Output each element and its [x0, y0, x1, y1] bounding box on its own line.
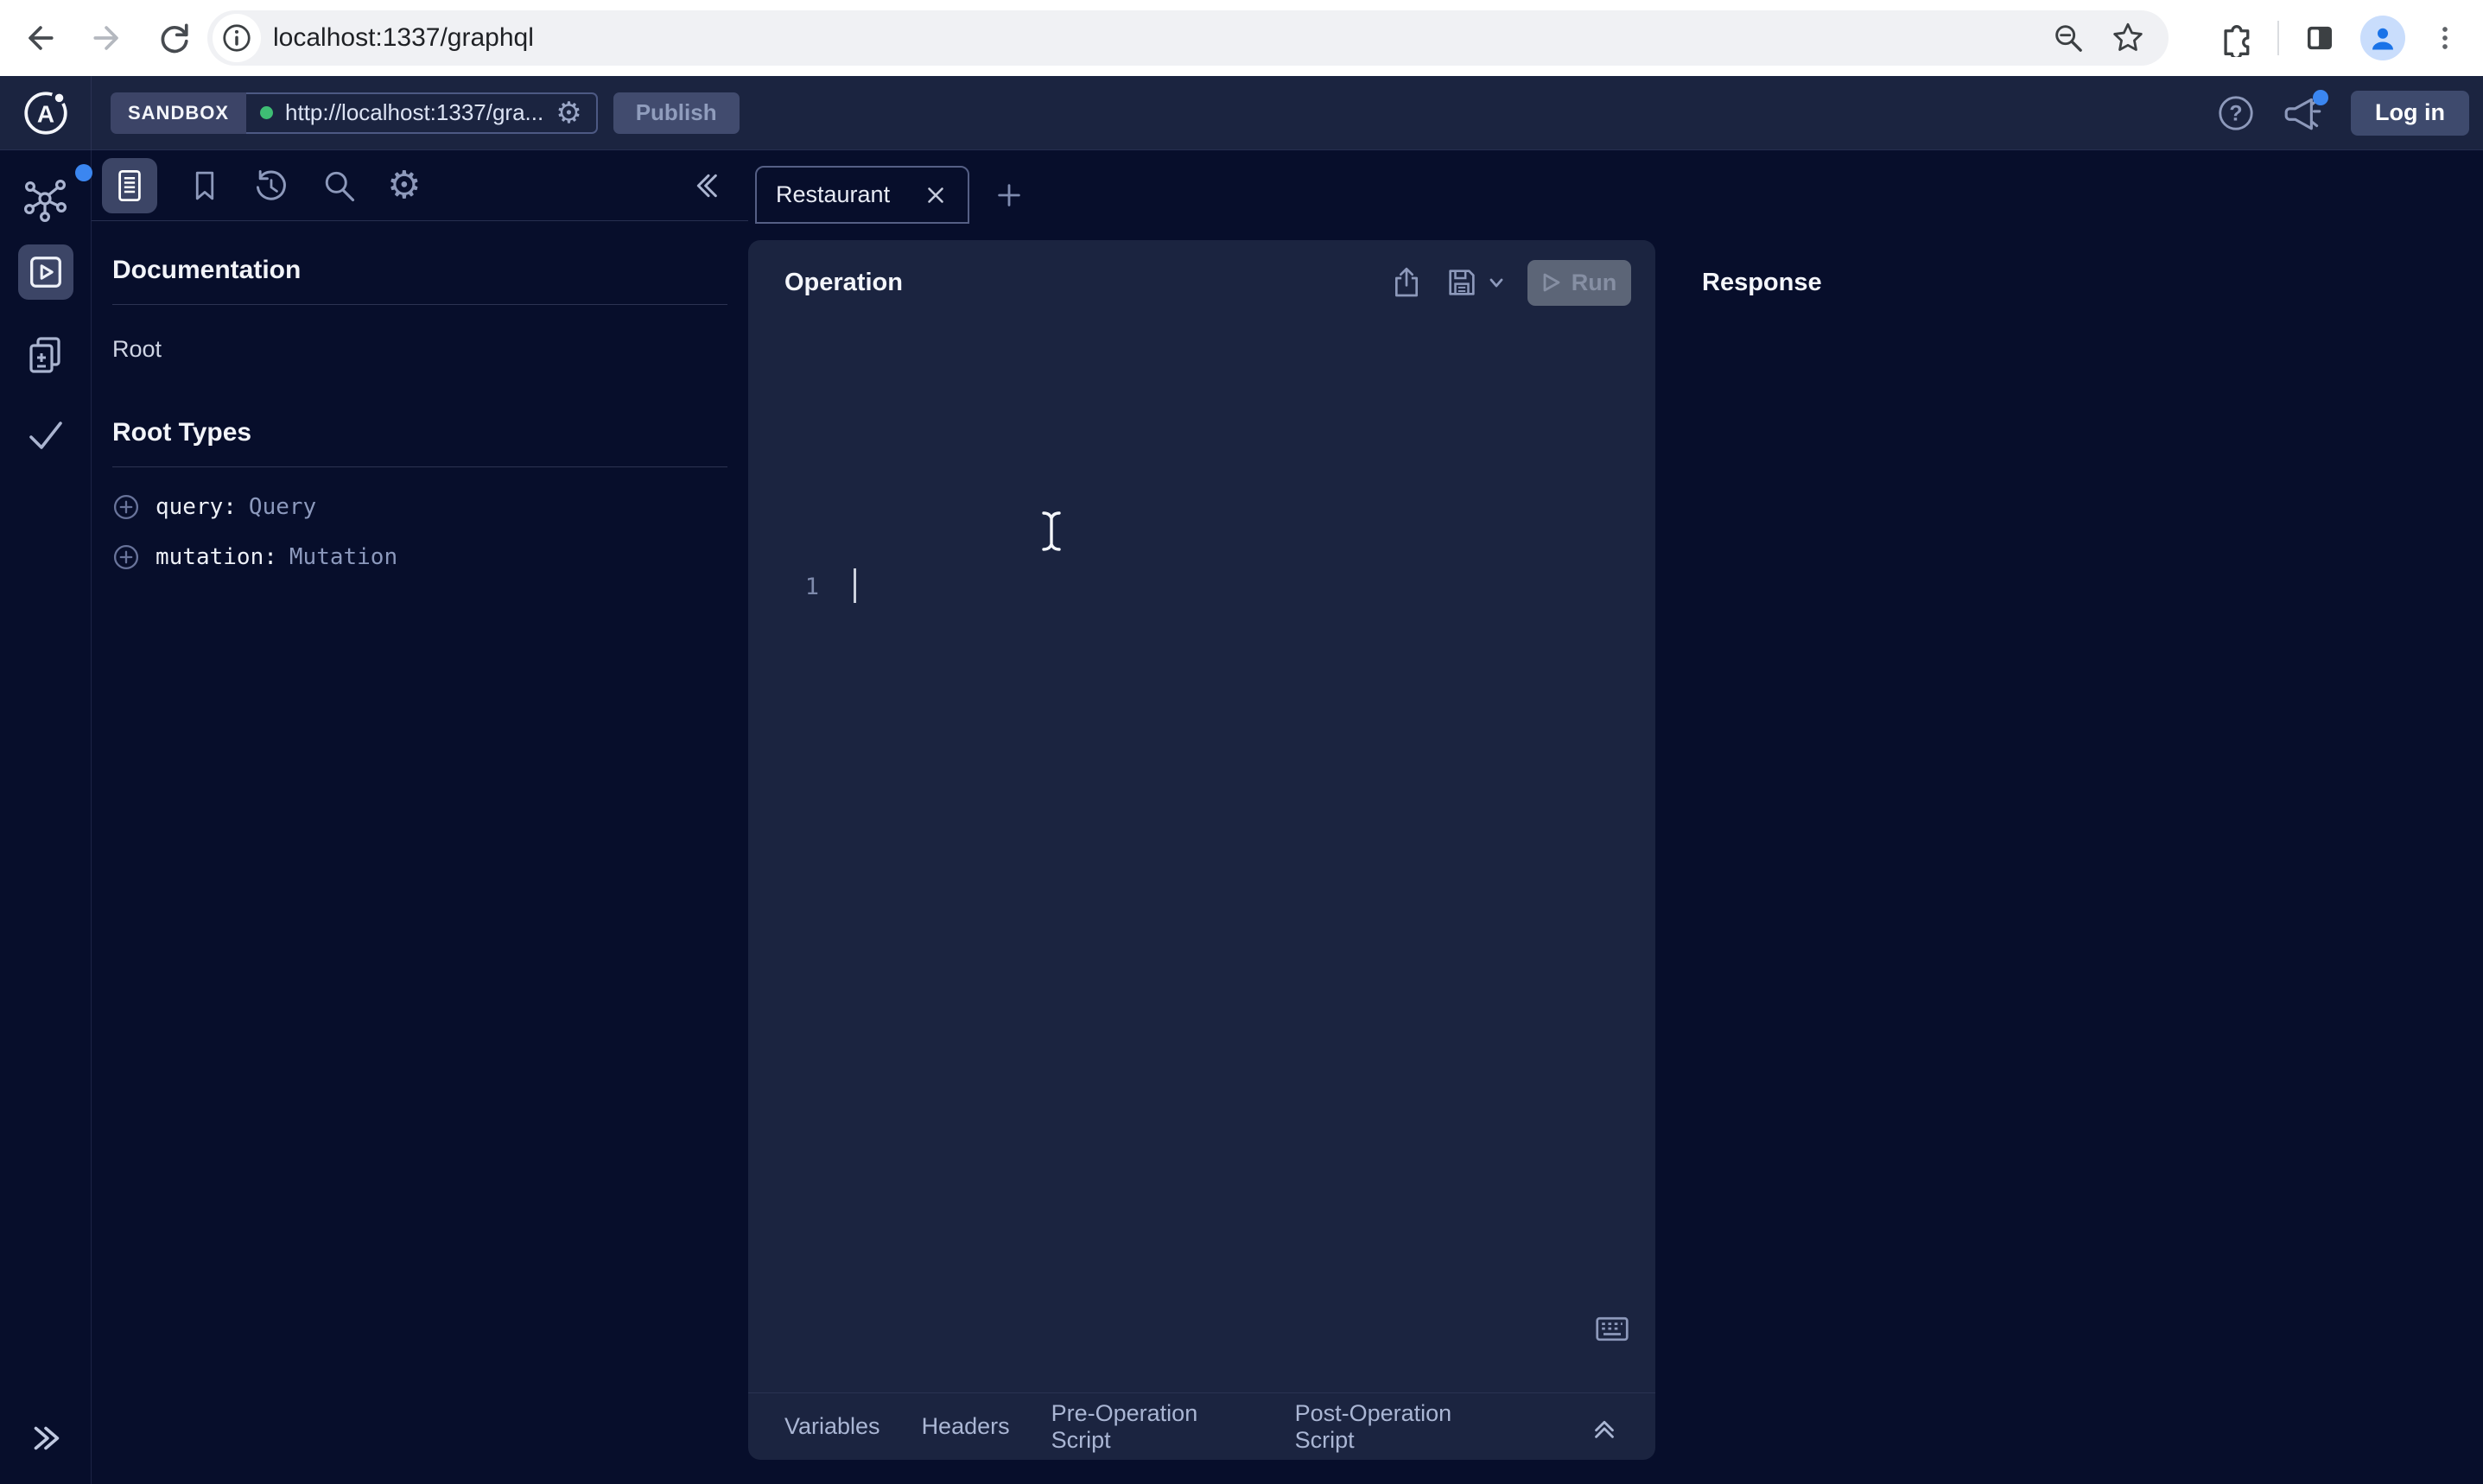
response-title: Response [1702, 269, 1822, 297]
new-tab-icon[interactable] [990, 176, 1028, 214]
add-query-icon[interactable] [112, 493, 140, 521]
operation-editor[interactable] [835, 560, 1629, 1287]
query-field-row: query: Query [112, 493, 727, 521]
connection-status-dot [260, 106, 273, 119]
explorer-nav-icon[interactable] [18, 244, 73, 300]
endpoint-input[interactable]: http://localhost:1337/gra... ⚙ [246, 92, 598, 134]
zoom-icon[interactable] [2051, 21, 2086, 55]
publish-button[interactable]: Publish [613, 92, 740, 134]
divider [112, 466, 727, 467]
divider [112, 304, 727, 305]
close-tab-icon[interactable] [923, 182, 949, 208]
endpoint-settings-icon[interactable]: ⚙ [556, 98, 581, 128]
docs-root-link[interactable]: Root [112, 336, 727, 363]
save-options-chevron-icon[interactable] [1486, 272, 1507, 293]
run-button[interactable]: Run [1527, 260, 1631, 306]
help-glyph: ? [2229, 101, 2242, 125]
tab-variables[interactable]: Variables [784, 1413, 880, 1440]
field-name[interactable]: query: [156, 494, 237, 520]
field-name[interactable]: mutation: [156, 544, 277, 570]
side-panel-icon[interactable] [2302, 20, 2338, 56]
share-icon[interactable] [1389, 265, 1424, 300]
run-play-icon [1542, 272, 1561, 293]
bookmarks-tab-icon[interactable] [187, 168, 223, 204]
operation-header: Operation [748, 240, 1655, 325]
expand-bottom-panel-icon[interactable] [1590, 1412, 1619, 1442]
announcements-notification-dot [2313, 90, 2328, 105]
collapse-panel-icon[interactable] [691, 168, 726, 203]
tab-pre-operation-script[interactable]: Pre-Operation Script [1051, 1400, 1254, 1454]
operation-panel: Operation [748, 240, 1655, 1460]
address-bar[interactable]: localhost:1337/graphql [207, 10, 2169, 66]
save-icon[interactable] [1445, 265, 1479, 300]
docs-toolbar: ⚙ [92, 150, 748, 221]
url-text[interactable]: localhost:1337/graphql [273, 23, 2051, 53]
settings-tab-icon[interactable]: ⚙ [387, 167, 421, 205]
documentation-panel: ⚙ Documentation Root Root Types query: Q… [92, 150, 748, 1484]
back-icon[interactable] [19, 17, 60, 59]
left-nav-rail [0, 150, 92, 1484]
text-cursor-pointer [1040, 510, 1063, 553]
reload-icon[interactable] [154, 17, 195, 59]
checks-nav-icon[interactable] [22, 412, 69, 459]
expand-rail-icon[interactable] [26, 1418, 66, 1458]
site-info-icon[interactable] [213, 14, 261, 62]
apollo-logo[interactable]: A [0, 76, 92, 150]
toolbar-divider [2277, 21, 2279, 55]
help-icon[interactable]: ? [2216, 93, 2256, 133]
tab-label: Restaurant [776, 181, 923, 208]
mutation-field-row: mutation: Mutation [112, 543, 727, 571]
logo-letter: A [36, 100, 54, 127]
browser-menu-icon[interactable] [2428, 21, 2462, 55]
sandbox-badge: SANDBOX [111, 92, 246, 134]
graph-nav-icon[interactable] [22, 176, 70, 225]
add-mutation-icon[interactable] [112, 543, 140, 571]
run-label: Run [1572, 270, 1616, 296]
docs-root-types-title: Root Types [112, 418, 727, 447]
login-button[interactable]: Log in [2351, 91, 2469, 136]
sandbox-endpoint-group: SANDBOX http://localhost:1337/gra... ⚙ [111, 92, 598, 134]
changelog-nav-icon[interactable] [23, 333, 68, 378]
field-type-link[interactable]: Query [249, 494, 316, 520]
tab-post-operation-script[interactable]: Post-Operation Script [1295, 1400, 1507, 1454]
apollo-header: A SANDBOX http://localhost:1337/gra... ⚙… [0, 76, 2483, 150]
extensions-icon[interactable] [2217, 19, 2255, 57]
search-tab-icon[interactable] [320, 167, 358, 205]
keyboard-shortcuts-icon[interactable] [1593, 1312, 1631, 1347]
tab-headers[interactable]: Headers [922, 1413, 1010, 1440]
operation-title: Operation [784, 269, 1389, 297]
history-tab-icon[interactable] [252, 167, 290, 205]
announcements-icon[interactable] [2282, 92, 2325, 135]
field-type-link[interactable]: Mutation [289, 544, 397, 570]
forward-icon[interactable] [86, 17, 128, 59]
operation-bottom-bar: Variables Headers Pre-Operation Script P… [748, 1392, 1655, 1460]
bookmark-star-icon[interactable] [2110, 20, 2146, 56]
graph-notification-dot [75, 164, 92, 181]
docs-title: Documentation [112, 256, 727, 285]
tab-restaurant[interactable]: Restaurant [755, 166, 969, 224]
editor-line-number: 1 [793, 574, 819, 600]
profile-avatar[interactable] [2360, 16, 2405, 60]
documentation-tab-icon[interactable] [102, 158, 157, 213]
endpoint-url-text[interactable]: http://localhost:1337/gra... [285, 99, 543, 126]
browser-toolbar: localhost:1337/graphql [0, 0, 2483, 76]
